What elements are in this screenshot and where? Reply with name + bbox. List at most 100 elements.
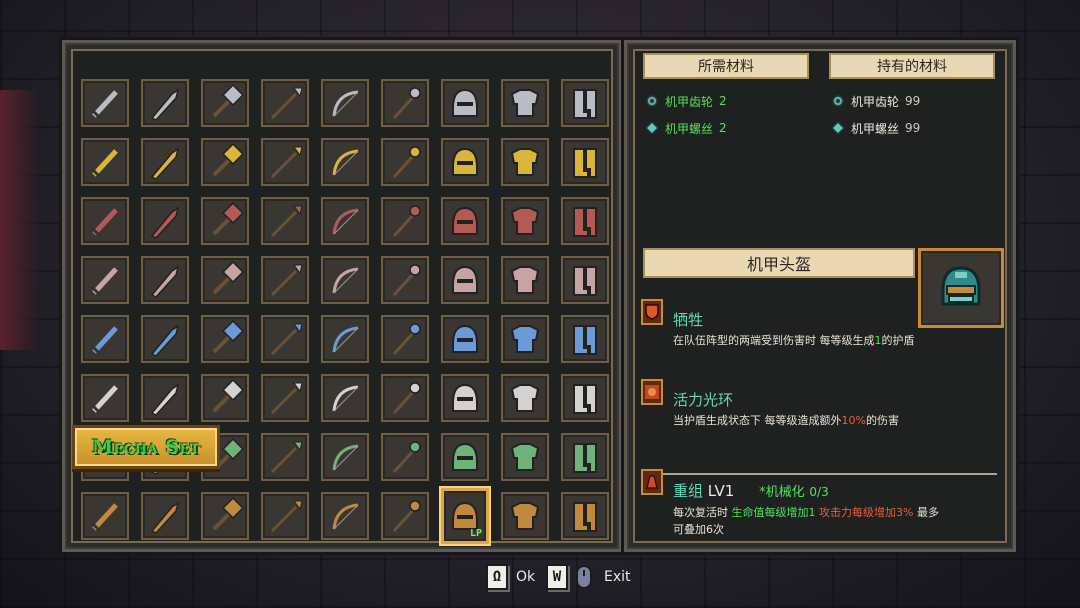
slot-crimson-helmet[interactable] <box>441 197 489 245</box>
slot-mecha-staff[interactable] <box>381 492 429 540</box>
slot-gold-bow[interactable] <box>321 138 369 186</box>
slot-jade-helmet[interactable] <box>441 433 489 481</box>
slot-gold-spear[interactable] <box>261 138 309 186</box>
slot-crimson-staff[interactable] <box>381 197 429 245</box>
slot-azure-hammer[interactable] <box>201 315 249 363</box>
slot-rose-hammer[interactable] <box>201 256 249 304</box>
spear-icon <box>270 323 303 356</box>
slot-mecha-sword[interactable] <box>81 492 129 540</box>
helmet-icon <box>452 206 478 235</box>
sword-icon <box>90 267 118 297</box>
slot-steel-helmet[interactable] <box>441 79 489 127</box>
set-banner-label: Mecha Set <box>91 436 201 458</box>
slot-steel-bow[interactable] <box>321 79 369 127</box>
slot-silver-boots[interactable] <box>561 374 609 422</box>
slot-gold-sword[interactable] <box>81 138 129 186</box>
slot-rose-boots[interactable] <box>561 256 609 304</box>
slot-steel-sword[interactable] <box>81 79 129 127</box>
slot-steel-staff[interactable] <box>381 79 429 127</box>
slot-gold-armor[interactable] <box>501 138 549 186</box>
boots-icon <box>573 89 597 119</box>
gear-icon <box>832 95 844 107</box>
armor-icon <box>510 148 540 176</box>
slot-gold-staff[interactable] <box>381 138 429 186</box>
slot-jade-spear[interactable] <box>261 433 309 481</box>
slot-azure-boots[interactable] <box>561 315 609 363</box>
exit-prompt[interactable]: W Exit <box>546 562 631 592</box>
slot-crimson-broadsword[interactable] <box>141 197 189 245</box>
slot-rose-armor[interactable] <box>501 256 549 304</box>
slot-rose-broadsword[interactable] <box>141 256 189 304</box>
equipment-grid: LP <box>81 79 609 544</box>
slot-azure-staff[interactable] <box>381 315 429 363</box>
boots-icon <box>573 384 597 414</box>
slot-crimson-spear[interactable] <box>261 197 309 245</box>
slot-silver-staff[interactable] <box>381 374 429 422</box>
bow-icon <box>332 267 359 294</box>
slot-rose-sword[interactable] <box>81 256 129 304</box>
slot-azure-broadsword[interactable] <box>141 315 189 363</box>
slot-silver-hammer[interactable] <box>201 374 249 422</box>
slot-gold-helmet[interactable] <box>441 138 489 186</box>
slot-gold-broadsword[interactable] <box>141 138 189 186</box>
hammer-icon <box>212 497 244 531</box>
slot-steel-spear[interactable] <box>261 79 309 127</box>
shield-skill-icon <box>641 299 663 325</box>
slot-rose-helmet[interactable] <box>441 256 489 304</box>
skill-name-aura: 活力光环 <box>673 391 734 409</box>
slot-silver-bow[interactable] <box>321 374 369 422</box>
slot-jade-bow[interactable] <box>321 433 369 481</box>
slot-rose-spear[interactable] <box>261 256 309 304</box>
slot-steel-armor[interactable] <box>501 79 549 127</box>
slot-silver-spear[interactable] <box>261 374 309 422</box>
item-info-panel: 所需材料 持有的材料 机甲齿轮 2 机甲螺丝 2 机甲齿轮 99 机甲螺丝 99… <box>624 40 1016 552</box>
slot-gold-hammer[interactable] <box>201 138 249 186</box>
selected-slot-tag: LP <box>469 528 482 539</box>
slot-mecha-boots[interactable] <box>561 492 609 540</box>
bow-icon <box>332 503 359 530</box>
slot-mecha-broadsword[interactable] <box>141 492 189 540</box>
slot-mecha-spear[interactable] <box>261 492 309 540</box>
slot-crimson-sword[interactable] <box>81 197 129 245</box>
slot-rose-bow[interactable] <box>321 256 369 304</box>
boots-icon <box>573 148 597 178</box>
slot-azure-armor[interactable] <box>501 315 549 363</box>
spear-icon <box>270 500 303 533</box>
slot-silver-broadsword[interactable] <box>141 374 189 422</box>
bow-icon <box>332 149 359 176</box>
slot-jade-boots[interactable] <box>561 433 609 481</box>
ok-prompt[interactable]: Ω Ok <box>486 562 535 592</box>
slot-mecha-hammer[interactable] <box>201 492 249 540</box>
slot-crimson-hammer[interactable] <box>201 197 249 245</box>
slot-steel-hammer[interactable] <box>201 79 249 127</box>
slot-silver-sword[interactable] <box>81 374 129 422</box>
slot-azure-bow[interactable] <box>321 315 369 363</box>
spear-icon <box>270 382 303 415</box>
slot-silver-armor[interactable] <box>501 374 549 422</box>
slot-crimson-boots[interactable] <box>561 197 609 245</box>
spear-icon <box>270 264 303 297</box>
broadsword-icon <box>150 147 180 180</box>
slot-jade-staff[interactable] <box>381 433 429 481</box>
material-count: 2 <box>719 94 727 108</box>
slot-mecha-bow[interactable] <box>321 492 369 540</box>
slot-mecha-helmet[interactable]: LP <box>441 488 489 544</box>
owned-material-gear: 机甲齿轮 99 <box>831 91 920 111</box>
slot-steel-boots[interactable] <box>561 79 609 127</box>
slot-gold-boots[interactable] <box>561 138 609 186</box>
spear-icon <box>270 87 303 120</box>
slot-azure-helmet[interactable] <box>441 315 489 363</box>
slot-azure-spear[interactable] <box>261 315 309 363</box>
slot-rose-staff[interactable] <box>381 256 429 304</box>
slot-mecha-armor[interactable] <box>501 492 549 540</box>
slot-steel-broadsword[interactable] <box>141 79 189 127</box>
armor-icon <box>510 502 540 530</box>
slot-silver-helmet[interactable] <box>441 374 489 422</box>
slot-crimson-armor[interactable] <box>501 197 549 245</box>
slot-azure-sword[interactable] <box>81 315 129 363</box>
slot-crimson-bow[interactable] <box>321 197 369 245</box>
slot-jade-armor[interactable] <box>501 433 549 481</box>
staff-icon <box>392 264 421 297</box>
material-name: 机甲螺丝 <box>851 121 900 136</box>
boots-icon <box>573 207 597 237</box>
